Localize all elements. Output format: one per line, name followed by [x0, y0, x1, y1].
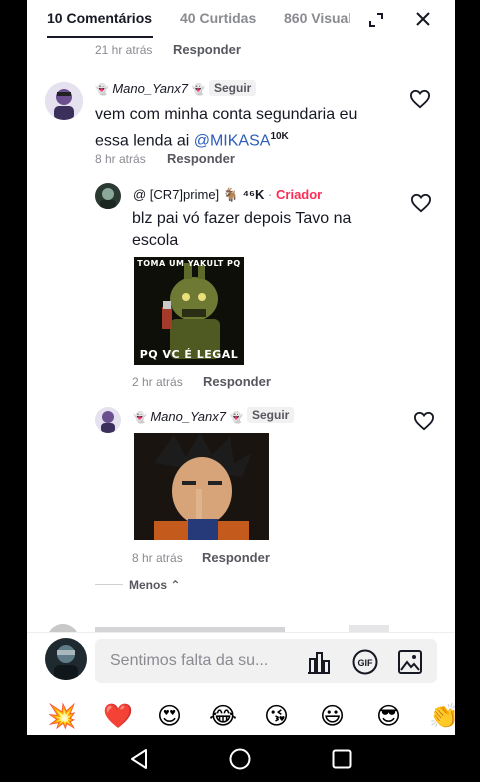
- comments-sheet: 10 Comentários 40 Curtidas 860 Visualiza…: [27, 0, 455, 735]
- less-label: Menos: [129, 578, 168, 592]
- emoji-button[interactable]: 👏: [429, 702, 455, 730]
- mention-link[interactable]: @MIKASA: [194, 132, 271, 149]
- creator-avatar[interactable]: [95, 183, 121, 209]
- next-comment-partial: [47, 620, 447, 632]
- avatar-image: [95, 407, 121, 433]
- username-text: Mano_Yanx7: [112, 81, 188, 96]
- ghost-icon: 👻: [95, 84, 109, 96]
- meme-top-caption: TOMA UM YAKULT PQ: [137, 259, 241, 268]
- avatar-image: [95, 183, 121, 209]
- follow-placeholder: [349, 625, 389, 632]
- tab-bar: 10 Comentários 40 Curtidas 860 Visualiza…: [27, 0, 455, 40]
- ghost-icon: 👻: [133, 412, 147, 424]
- goat-icon: 🐐: [222, 188, 239, 203]
- svg-text:GIF: GIF: [358, 658, 374, 668]
- active-tab-indicator: [47, 36, 153, 38]
- emoji-button[interactable]: 😘: [264, 702, 289, 730]
- avatar[interactable]: [95, 407, 121, 433]
- reply-text: blz pai vó fazer depois Tavo na escola: [132, 210, 352, 249]
- reply-button[interactable]: Responder: [167, 151, 235, 166]
- creator-badge: Criador: [276, 187, 323, 202]
- comment-text: vem com minha conta segundaria eu essa l…: [95, 104, 395, 152]
- follow-button[interactable]: Seguir: [209, 80, 257, 96]
- emoji-button[interactable]: 😎: [376, 702, 401, 730]
- avatar: [47, 624, 79, 632]
- comment-input-bar: Sentimos falta da su... GIF: [27, 632, 455, 696]
- username-text: Mano_Yanx7: [150, 409, 226, 424]
- user-suffix: ⁴⁶K: [242, 187, 265, 202]
- avatar[interactable]: [45, 82, 83, 120]
- chart-icon[interactable]: [306, 649, 332, 675]
- tab-comments[interactable]: 10 Comentários: [47, 10, 152, 26]
- chevron-up-icon: ⌃: [170, 578, 181, 592]
- ghost-icon: 👻: [191, 84, 206, 96]
- emoji-button[interactable]: ❤️: [103, 702, 133, 730]
- reply-time: 2 hr atrás: [132, 375, 183, 389]
- meme-image[interactable]: TOMA UM YAKULT PQ PQ VC É LEGAL: [134, 257, 244, 365]
- prev-reply-button[interactable]: Responder: [173, 42, 241, 57]
- heart-icon[interactable]: [410, 193, 432, 213]
- avatar-image: [45, 638, 87, 680]
- ghost-icon: 👻: [229, 412, 244, 424]
- input-placeholder: Sentimos falta da su...: [110, 652, 269, 669]
- emoji-button[interactable]: 💥: [47, 702, 77, 730]
- my-avatar[interactable]: [45, 638, 87, 680]
- comment-time: 8 hr atrás: [95, 152, 146, 166]
- close-icon[interactable]: [415, 11, 431, 27]
- emoji-button[interactable]: 😂: [209, 702, 237, 730]
- heart-icon[interactable]: [413, 411, 435, 431]
- tab-likes[interactable]: 40 Curtidas: [180, 10, 256, 26]
- home-icon[interactable]: [228, 747, 252, 771]
- divider: [95, 584, 123, 585]
- heart-icon[interactable]: [409, 89, 431, 109]
- username-text: @ [CR7]prime]: [133, 187, 220, 202]
- collapse-replies-button[interactable]: Menos ⌃: [129, 578, 180, 592]
- back-icon[interactable]: [127, 747, 151, 771]
- creator-username[interactable]: @ [CR7]prime] 🐐 ⁴⁶K · Criador: [133, 187, 322, 203]
- recents-icon[interactable]: [330, 747, 354, 771]
- emoji-button[interactable]: 😃: [320, 702, 345, 730]
- comment-username[interactable]: 👻 Mano_Yanx7 👻: [95, 81, 205, 96]
- goku-image[interactable]: [134, 433, 269, 540]
- comment-input[interactable]: Sentimos falta da su... GIF: [95, 639, 437, 683]
- reply-time: 8 hr atrás: [132, 551, 183, 565]
- reply-button[interactable]: Responder: [202, 550, 270, 565]
- image-icon[interactable]: [397, 649, 423, 675]
- reply-button[interactable]: Responder: [203, 374, 271, 389]
- avatar-image: [45, 82, 83, 120]
- follow-button[interactable]: Seguir: [247, 407, 295, 423]
- system-nav-bar: [0, 735, 480, 782]
- separator: ·: [268, 187, 273, 202]
- emoji-row: 💥 ❤️ 😍 😂 😘 😃 😎 👏: [27, 698, 455, 734]
- prev-comment-time: 21 hr atrás: [95, 43, 153, 57]
- meme-bottom-caption: PQ VC É LEGAL: [139, 348, 239, 361]
- tab-views[interactable]: 860 Visualizações: [284, 10, 350, 26]
- reply-username[interactable]: 👻 Mano_Yanx7 👻: [133, 409, 243, 424]
- gif-icon[interactable]: GIF: [352, 649, 378, 675]
- mention-count: 10K: [270, 131, 289, 142]
- phone-screen: 10 Comentários 40 Curtidas 860 Visualiza…: [0, 0, 480, 782]
- expand-icon[interactable]: [368, 12, 384, 28]
- goku-picture: [134, 433, 269, 540]
- emoji-button[interactable]: 😍: [157, 702, 182, 730]
